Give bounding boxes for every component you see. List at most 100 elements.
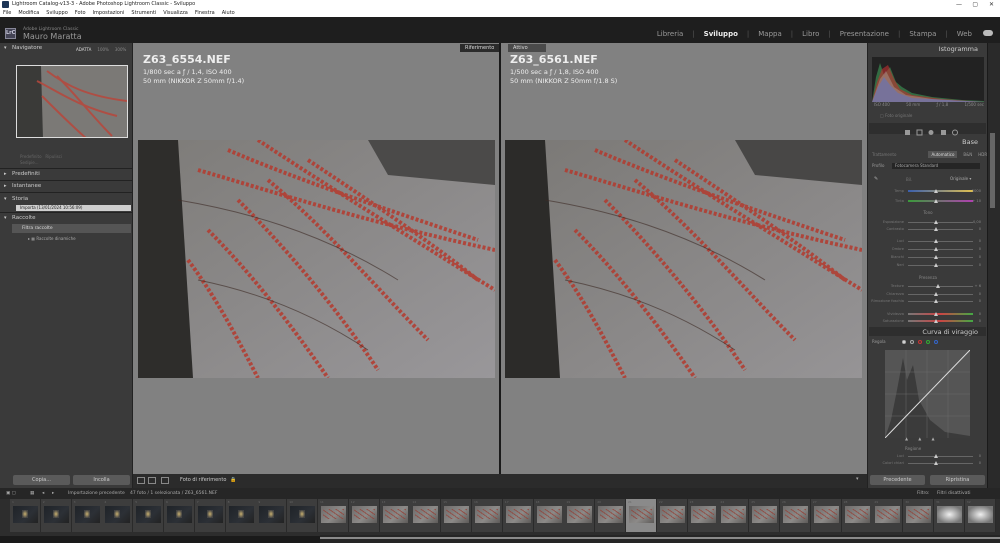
filmstrip-thumb[interactable]: 29: [872, 499, 904, 532]
slider-knob[interactable]: [934, 312, 938, 316]
original-photo-toggle[interactable]: □ Foto originale: [880, 113, 912, 118]
filmstrip-thumb[interactable]: 27: [810, 499, 842, 532]
filmstrip-thumb[interactable]: 11: [318, 499, 349, 532]
filmstrip-thumb[interactable]: 6: [164, 499, 195, 532]
slider-temp[interactable]: Temp 5000: [872, 188, 984, 194]
slider-value[interactable]: 0: [979, 254, 981, 260]
slider-value[interactable]: 0,00: [973, 219, 981, 225]
zoom-100[interactable]: 100%: [97, 47, 108, 52]
survey-view-icon[interactable]: [161, 477, 169, 484]
filmstrip-thumb[interactable]: 30: [903, 499, 935, 532]
slider-knob[interactable]: [934, 292, 938, 296]
previous-button[interactable]: Precedente: [870, 475, 925, 485]
filmstrip-thumb[interactable]: 24: [718, 499, 750, 532]
slider-value[interactable]: 0: [979, 311, 981, 317]
slider-chiarezza[interactable]: Chiarezza 0: [872, 291, 984, 297]
lock-icon[interactable]: 🔒: [230, 477, 236, 483]
second-window-icon[interactable]: ▣ ▢: [6, 491, 16, 496]
slider-bianchi[interactable]: Bianchi 0: [872, 254, 984, 260]
menu-visualizza[interactable]: Visualizza: [163, 9, 188, 17]
filmstrip-thumb[interactable]: 21: [626, 499, 657, 532]
slider-value[interactable]: + 10: [972, 198, 981, 204]
filmstrip-thumb[interactable]: 25: [749, 499, 781, 532]
filmstrip-thumb[interactable]: 14: [410, 499, 442, 532]
filmstrip-thumb[interactable]: 19: [564, 499, 596, 532]
slider-knob[interactable]: [934, 247, 938, 251]
slider-rimozione-foschia[interactable]: Rimozione foschia 0: [871, 298, 984, 304]
slider-contrasto[interactable]: Contrasto 0: [872, 226, 984, 232]
panel-istantanee-header[interactable]: Istantanee: [0, 182, 133, 191]
close-icon[interactable]: ✕: [989, 0, 994, 9]
filmstrip-thumb[interactable]: 23: [687, 499, 719, 532]
filmstrip-thumb[interactable]: 16: [472, 499, 503, 532]
filmstrip-thumb[interactable]: 10: [287, 499, 319, 532]
slider-texture[interactable]: Texture + 6: [872, 283, 984, 289]
slider-neri[interactable]: Neri 0: [872, 262, 984, 268]
slider-value[interactable]: 0: [979, 298, 981, 304]
maximize-icon[interactable]: ▢: [972, 0, 978, 9]
curve-rgb-dot[interactable]: [901, 339, 906, 344]
smart-collections[interactable]: ▸ ▦ Raccolte dinamiche: [28, 236, 76, 241]
filmstrip-thumb[interactable]: 9: [256, 499, 288, 532]
wb-select[interactable]: Originale ▾: [950, 176, 971, 181]
filmstrip-thumb[interactable]: 3: [71, 499, 103, 532]
minimize-icon[interactable]: —: [956, 0, 962, 9]
slider-knob[interactable]: [934, 255, 938, 259]
filmstrip-thumb[interactable]: 4: [102, 499, 134, 532]
slider-knob[interactable]: [936, 284, 940, 288]
slider-vividezza[interactable]: Vividezza 0: [872, 311, 984, 317]
menu-sviluppo[interactable]: Sviluppo: [46, 9, 68, 17]
slider-knob[interactable]: [934, 199, 938, 203]
basic-panel-title[interactable]: Base: [962, 138, 978, 146]
slider-luci-region[interactable]: Luci 0: [872, 453, 984, 459]
reset-button[interactable]: Ripristina: [930, 475, 985, 485]
filter-select[interactable]: Filtri disattivati: [937, 491, 970, 496]
curve-blue-dot[interactable]: [933, 339, 938, 344]
treatment-bw[interactable]: B&N: [963, 152, 972, 157]
reference-photo[interactable]: [138, 140, 495, 378]
module-sviluppo[interactable]: Sviluppo: [704, 30, 738, 38]
filmstrip-thumb[interactable]: 20: [595, 499, 627, 532]
active-photo[interactable]: [505, 140, 862, 378]
paste-button[interactable]: Incolla: [73, 475, 130, 485]
menu-strumenti[interactable]: Strumenti: [131, 9, 156, 17]
filmstrip-thumb[interactable]: 1: [10, 499, 41, 532]
module-libro[interactable]: Libro: [802, 30, 819, 38]
filmstrip-thumb[interactable]: 31: [934, 499, 965, 532]
filmstrip-thumb[interactable]: 12: [348, 499, 380, 532]
slider-saturazione[interactable]: Saturazione 0: [872, 318, 984, 324]
slider-value[interactable]: 0: [979, 291, 981, 297]
module-web[interactable]: Web: [957, 30, 972, 38]
cloud-icon[interactable]: [983, 30, 993, 36]
loupe-view-icon[interactable]: [137, 477, 145, 484]
module-libreria[interactable]: Libreria: [657, 30, 683, 38]
toolbar-menu-icon[interactable]: ▾: [856, 476, 859, 482]
menu-modifica[interactable]: Modifica: [18, 9, 39, 17]
filmstrip-thumb[interactable]: 26: [780, 499, 811, 532]
filmstrip-thumb[interactable]: 17: [502, 499, 534, 532]
right-scrollbar[interactable]: [988, 43, 1000, 488]
menu-finestra[interactable]: Finestra: [195, 9, 215, 17]
slider-knob[interactable]: [934, 239, 938, 243]
menu-foto[interactable]: Foto: [75, 9, 86, 17]
module-presentazione[interactable]: Presentazione: [840, 30, 889, 38]
eyedropper-icon[interactable]: ✎: [874, 176, 878, 182]
slider-knob[interactable]: [934, 299, 938, 303]
curve-green-dot[interactable]: [925, 339, 930, 344]
filmstrip-thumb[interactable]: 18: [533, 499, 565, 532]
region-split-handles[interactable]: ▲ ▲ ▲: [905, 436, 935, 441]
slider-value[interactable]: 0: [979, 318, 981, 324]
filmstrip-thumb[interactable]: 13: [379, 499, 411, 532]
slider-knob[interactable]: [934, 263, 938, 267]
slider-esposizione[interactable]: Esposizione 0,00: [872, 219, 984, 225]
copy-button[interactable]: Copia...: [13, 475, 70, 485]
zoom-fit[interactable]: ADATTA: [76, 47, 91, 52]
history-item[interactable]: Importa (13/01/2024 10:56:09): [16, 205, 131, 211]
slider-luci[interactable]: Luci 0: [872, 238, 984, 244]
right-scrollbar-thumb[interactable]: [990, 133, 995, 208]
filter-collections[interactable]: Filtra raccolte: [12, 224, 131, 233]
tone-curve-graph[interactable]: [885, 350, 970, 438]
slider-value[interactable]: 0: [979, 226, 981, 232]
filmstrip-thumb[interactable]: 22: [656, 499, 688, 532]
panel-raccolte-header[interactable]: Raccolte: [0, 214, 133, 223]
